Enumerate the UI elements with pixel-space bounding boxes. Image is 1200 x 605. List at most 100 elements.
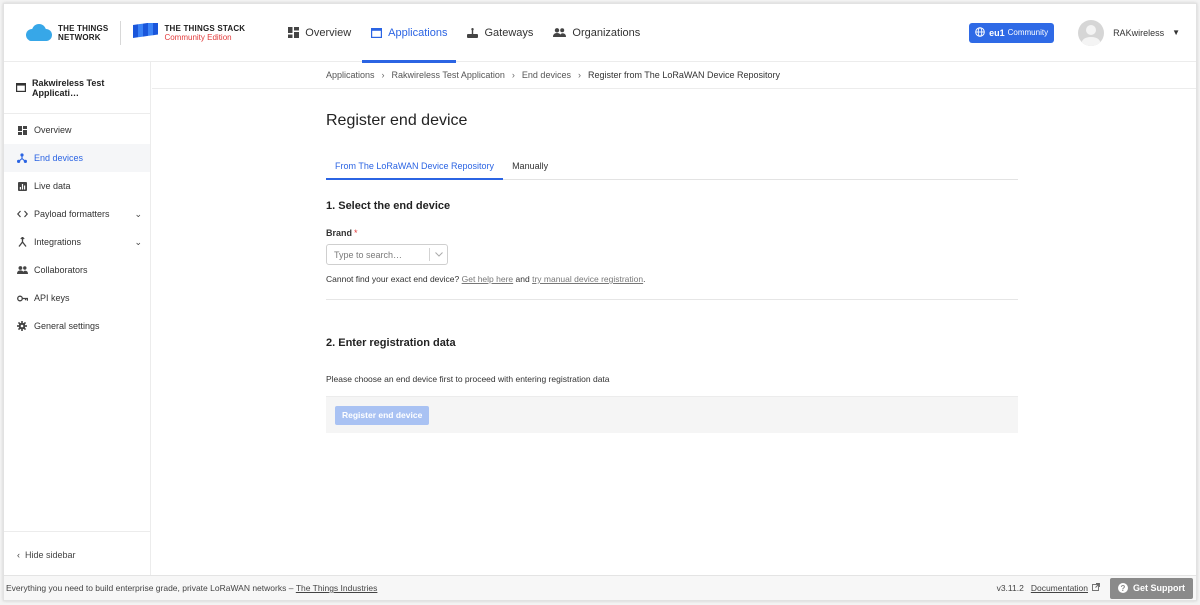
ttn-logo[interactable]: THE THINGS NETWORK bbox=[23, 23, 109, 42]
brand-select[interactable]: Type to search… bbox=[326, 244, 448, 265]
nav-gateways[interactable]: Gateways bbox=[458, 4, 542, 62]
external-link-icon bbox=[1092, 583, 1100, 593]
sidebar: Rakwireless Test Applicati… Overview End… bbox=[4, 62, 151, 577]
chevron-down-icon[interactable] bbox=[430, 252, 447, 257]
sidebar-item-label: Integrations bbox=[34, 237, 82, 247]
code-icon bbox=[16, 210, 28, 218]
key-icon bbox=[16, 295, 28, 302]
nav-organizations[interactable]: Organizations bbox=[544, 4, 649, 62]
chevron-right-icon: › bbox=[511, 70, 515, 80]
avatar[interactable] bbox=[1078, 19, 1105, 46]
stack-logo[interactable]: THE THINGS STACK Community Edition bbox=[133, 21, 246, 42]
nav-applications-label: Applications bbox=[388, 26, 448, 39]
tab-device-repository[interactable]: From The LoRaWAN Device Repository bbox=[326, 153, 504, 180]
device-hub-icon bbox=[16, 153, 28, 163]
sidebar-item-live-data[interactable]: Live data bbox=[4, 172, 150, 200]
stack-logo-icon bbox=[133, 21, 159, 42]
section-registration-data-title: 2. Enter registration data bbox=[326, 337, 456, 349]
user-name[interactable]: RAKwireless bbox=[1113, 28, 1164, 38]
breadcrumb-application[interactable]: Rakwireless Test Application bbox=[392, 70, 505, 80]
sidebar-item-label: Overview bbox=[34, 125, 72, 135]
nav-applications[interactable]: Applications bbox=[362, 4, 457, 63]
help-suffix: . bbox=[643, 274, 646, 284]
caret-down-icon[interactable]: ▼ bbox=[1172, 28, 1180, 37]
breadcrumb: Applications › Rakwireless Test Applicat… bbox=[152, 62, 1196, 89]
get-help-link[interactable]: Get help here bbox=[462, 274, 514, 284]
sidebar-item-general-settings[interactable]: General settings bbox=[4, 312, 150, 340]
hide-sidebar-button[interactable]: ‹ Hide sidebar bbox=[4, 531, 150, 577]
sidebar-item-integrations[interactable]: Integrations ⌄ bbox=[4, 228, 150, 256]
applications-icon bbox=[371, 27, 383, 38]
stack-logo-title: THE THINGS STACK bbox=[164, 23, 246, 33]
top-nav: Overview Applications Gateways Organizat… bbox=[279, 4, 651, 63]
application-window-icon bbox=[16, 83, 26, 92]
nav-overview[interactable]: Overview bbox=[279, 4, 360, 62]
sidebar-item-label: End devices bbox=[34, 153, 84, 163]
people-icon bbox=[16, 266, 28, 274]
chevron-down-icon[interactable]: ⌄ bbox=[134, 237, 142, 248]
chevron-right-icon: › bbox=[381, 70, 385, 80]
section-divider bbox=[326, 299, 1018, 300]
tti-link[interactable]: The Things Industries bbox=[296, 583, 378, 593]
sidebar-item-label: Payload formatters bbox=[34, 209, 110, 219]
tab-manually[interactable]: Manually bbox=[503, 153, 557, 179]
sidebar-item-overview[interactable]: Overview bbox=[4, 116, 150, 144]
sidebar-item-payload-formatters[interactable]: Payload formatters ⌄ bbox=[4, 200, 150, 228]
sidebar-item-label: Live data bbox=[34, 181, 71, 191]
grid-icon bbox=[288, 27, 300, 38]
breadcrumb-current: Register from The LoRaWAN Device Reposit… bbox=[587, 70, 781, 80]
gear-icon bbox=[16, 321, 28, 331]
footer-tagline: Everything you need to build enterprise … bbox=[6, 583, 294, 593]
brand-label: Brand * bbox=[326, 228, 1018, 238]
ttn-logo-line1: THE THINGS bbox=[58, 23, 109, 33]
version-label: v3.11.2 bbox=[996, 583, 1024, 593]
cluster-badge[interactable]: eu1 Community bbox=[969, 22, 1055, 43]
main-content: Register end device From The LoRaWAN Dev… bbox=[326, 89, 1018, 433]
breadcrumb-applications[interactable]: Applications bbox=[326, 70, 375, 80]
gateway-icon bbox=[467, 27, 479, 38]
dashboard-icon bbox=[16, 125, 28, 135]
cluster-region: eu1 bbox=[989, 27, 1005, 38]
chevron-right-icon: › bbox=[577, 70, 581, 80]
register-tabs: From The LoRaWAN Device Repository Manua… bbox=[326, 153, 1018, 180]
sidebar-item-label: API keys bbox=[34, 293, 70, 303]
register-end-device-button[interactable]: Register end device bbox=[335, 405, 430, 425]
help-text: Cannot find your exact end device? Get h… bbox=[326, 274, 1018, 284]
documentation-link[interactable]: Documentation bbox=[1031, 583, 1088, 593]
sidebar-app-name: Rakwireless Test Applicati… bbox=[32, 77, 105, 98]
breadcrumb-end-devices[interactable]: End devices bbox=[522, 70, 571, 80]
organizations-icon bbox=[553, 28, 567, 37]
chevron-down-icon[interactable]: ⌄ bbox=[134, 209, 142, 220]
sidebar-item-label: General settings bbox=[34, 321, 100, 331]
nav-organizations-label: Organizations bbox=[572, 26, 641, 39]
sidebar-item-end-devices[interactable]: End devices bbox=[4, 144, 150, 172]
top-header: THE THINGS NETWORK THE THINGS STACK Comm… bbox=[4, 4, 1196, 63]
ttn-logo-line2: NETWORK bbox=[58, 32, 101, 42]
help-prefix: Cannot find your exact end device? bbox=[326, 274, 460, 284]
chevron-left-icon: ‹ bbox=[17, 549, 20, 560]
sidebar-nav: Overview End devices Live data Payload f… bbox=[4, 114, 150, 340]
registration-info-text: Please choose an end device first to pro… bbox=[326, 374, 610, 384]
brand-search-input[interactable]: Type to search… bbox=[327, 250, 429, 260]
nav-overview-label: Overview bbox=[305, 26, 352, 39]
sidebar-app-header: Rakwireless Test Applicati… bbox=[4, 62, 150, 114]
logo-divider bbox=[120, 20, 122, 45]
submit-bar: Register end device bbox=[326, 396, 1018, 433]
cluster-label: Community bbox=[1007, 28, 1049, 37]
sidebar-item-api-keys[interactable]: API keys bbox=[4, 284, 150, 312]
brand-label-text: Brand bbox=[326, 228, 353, 238]
hide-sidebar-label: Hide sidebar bbox=[25, 549, 76, 560]
cloud-logo-icon bbox=[23, 23, 53, 42]
help-circle-icon: ? bbox=[1118, 583, 1128, 593]
sidebar-item-collaborators[interactable]: Collaborators bbox=[4, 256, 150, 284]
sidebar-item-label: Collaborators bbox=[34, 265, 88, 275]
manual-registration-link[interactable]: try manual device registration bbox=[532, 274, 643, 284]
get-support-button[interactable]: ? Get Support bbox=[1110, 577, 1193, 599]
footer: Everything you need to build enterprise … bbox=[4, 575, 1196, 600]
svg-text:?: ? bbox=[1121, 584, 1126, 593]
nav-gateways-label: Gateways bbox=[484, 26, 534, 39]
live-data-icon bbox=[16, 181, 28, 191]
globe-icon bbox=[975, 26, 985, 39]
get-support-label: Get Support bbox=[1133, 583, 1185, 593]
help-and: and bbox=[515, 274, 530, 284]
